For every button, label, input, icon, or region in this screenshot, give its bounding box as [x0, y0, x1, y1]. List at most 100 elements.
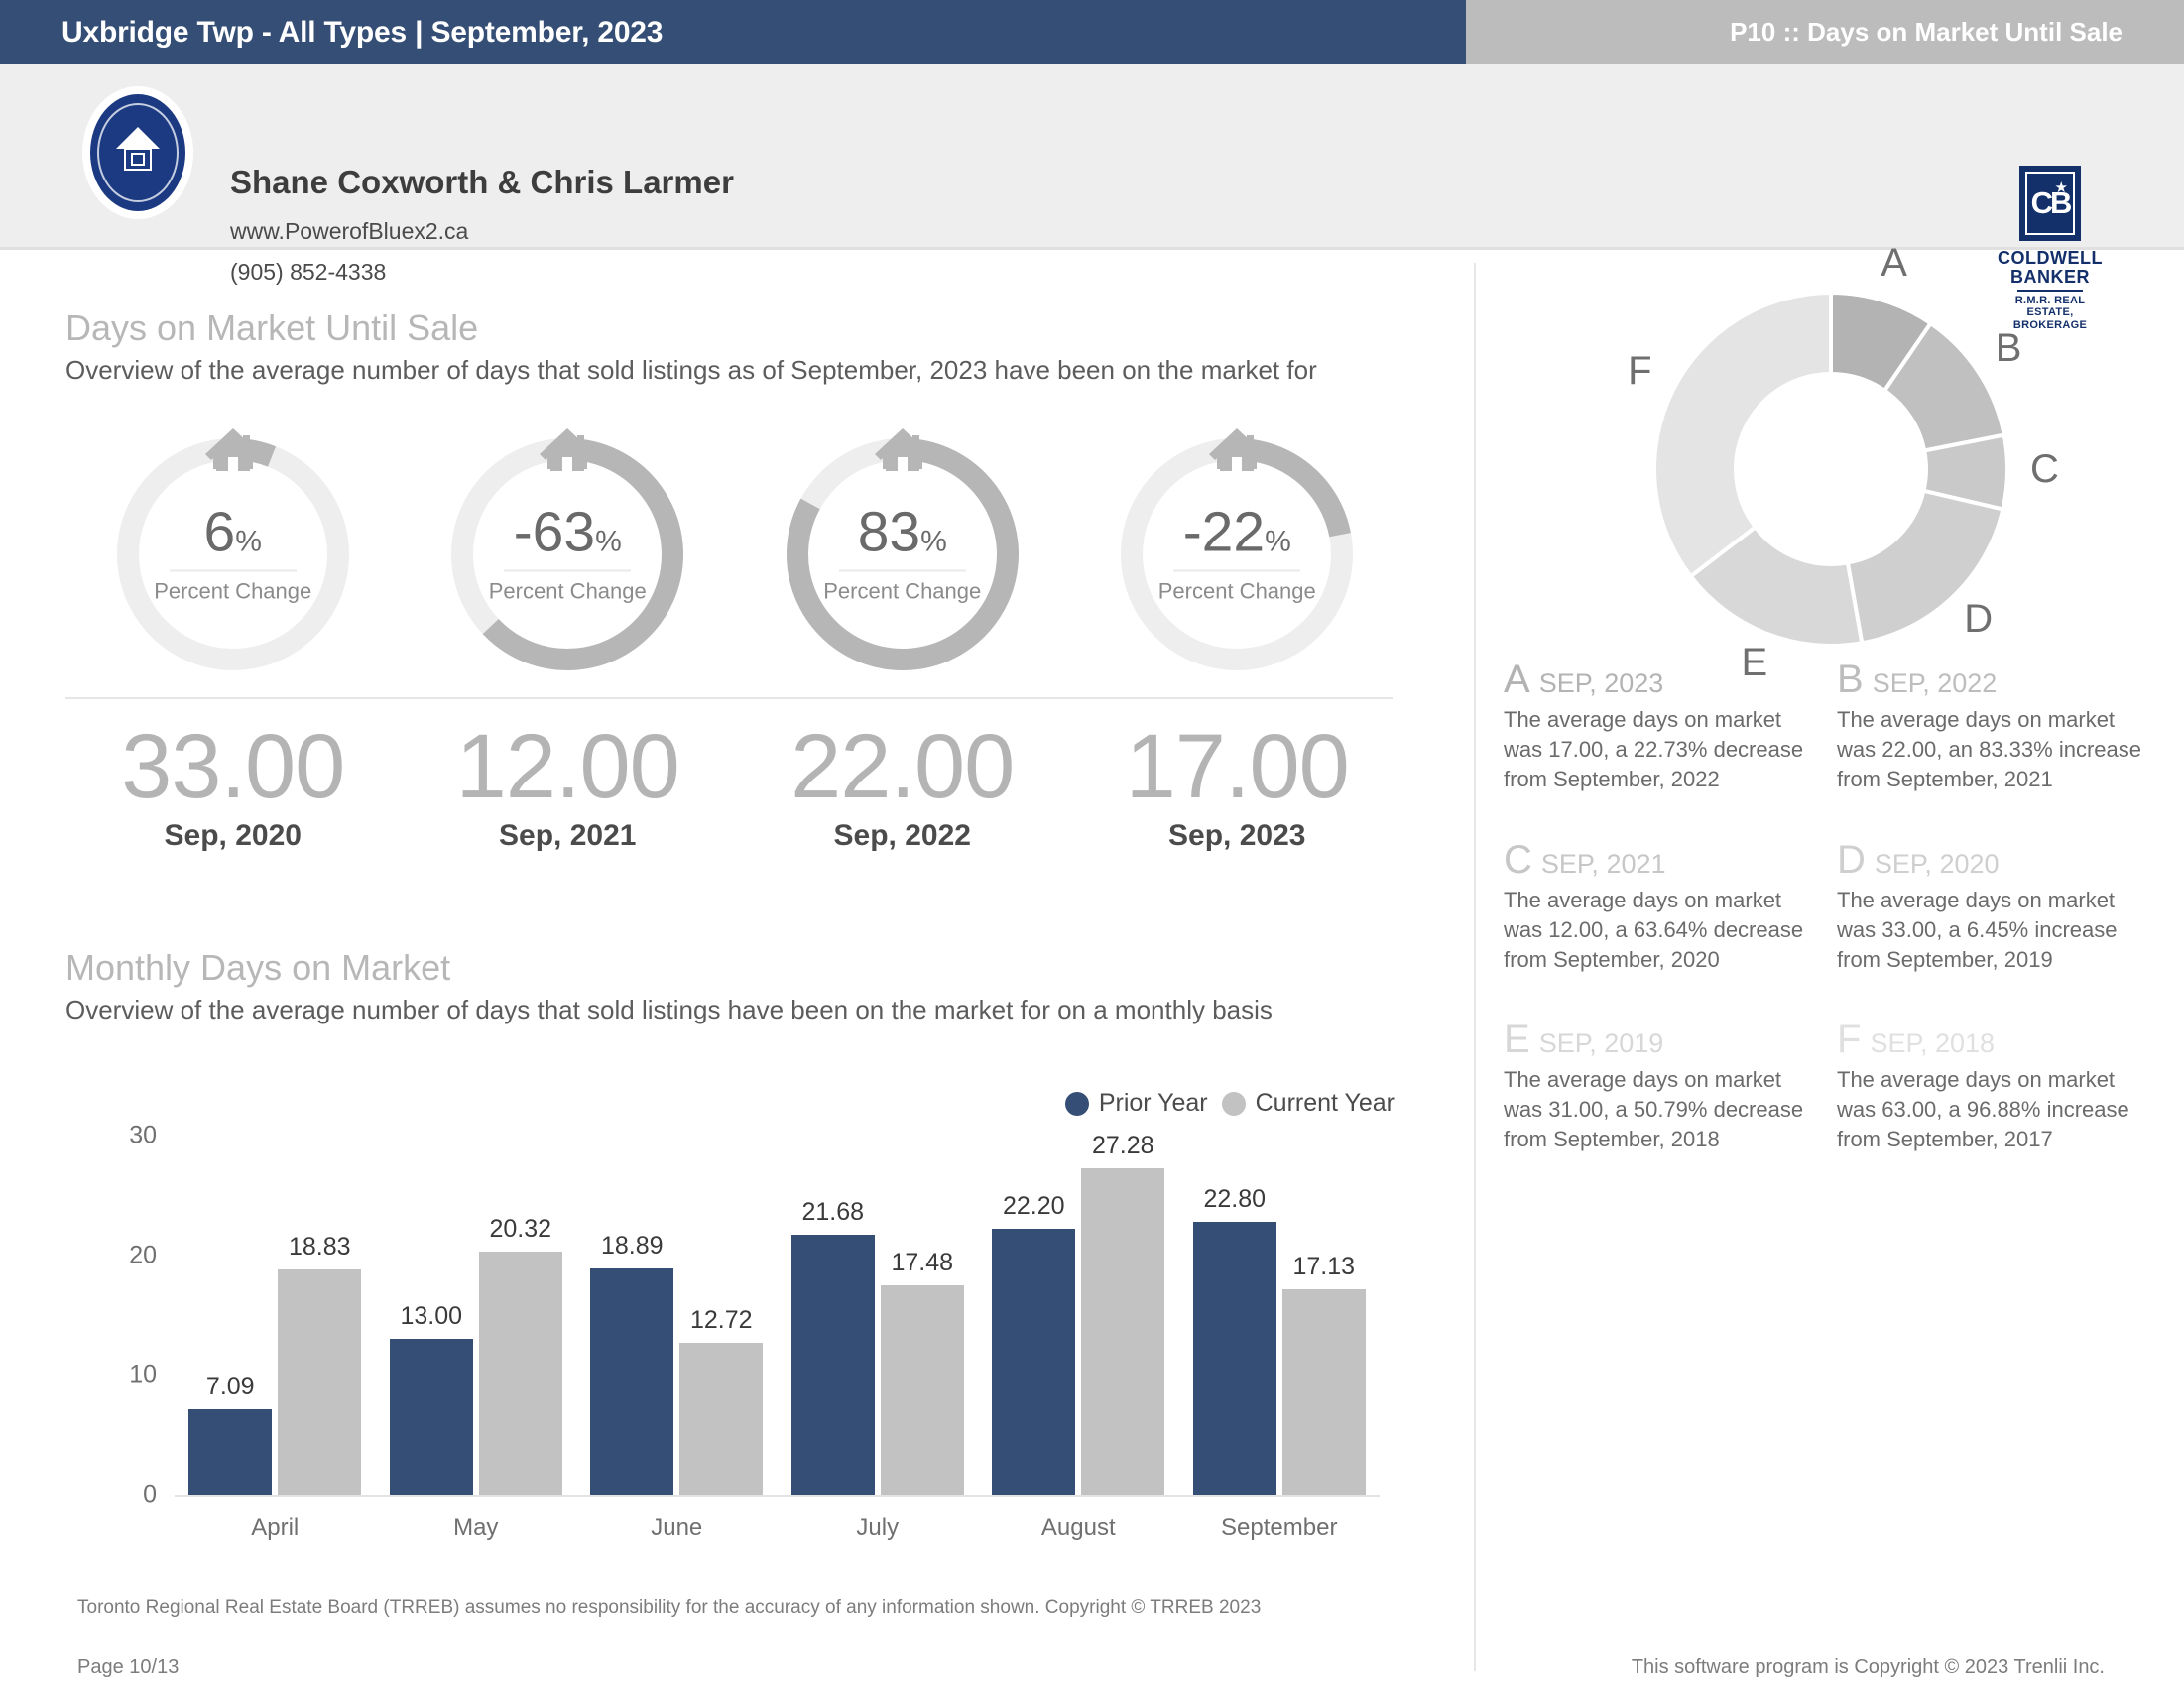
card-header: D SEP, 2020: [1837, 840, 2148, 880]
donut-segment-F[interactable]: [1652, 290, 1833, 579]
legend-item-1[interactable]: Prior Year: [1064, 1089, 1208, 1118]
bar-value-label: 12.72: [689, 1305, 753, 1334]
gauge-percent-value: -22: [1182, 500, 1266, 564]
gauge-percent-value: 6: [203, 500, 236, 564]
gauge-rule: [1173, 569, 1301, 572]
bar-value-label: 17.13: [1292, 1253, 1356, 1281]
page-title-bar: P10 :: Days on Market Until Sale: [1466, 0, 2184, 64]
gauge-rule: [504, 569, 632, 572]
donut-chart: ABCDEF: [1476, 241, 2184, 685]
gauge-divider: [65, 697, 1393, 699]
card-period: SEP, 2023: [1538, 668, 1664, 698]
bar-value-label: 7.09: [205, 1373, 255, 1401]
gauge-percent: 6%: [110, 504, 356, 561]
monthly-bar-chart: 0 10 20 30 7.09 18.83 13.00 20.32 18.89 12.72 21.…: [65, 1122, 1399, 1552]
house-icon: [116, 127, 160, 179]
agent-bar: Shane Coxworth & Chris Larmer www.Powero…: [0, 64, 2184, 331]
bar-fill: [992, 1229, 1076, 1495]
house-icon: [540, 428, 596, 471]
yearly-value-2: 12.00 Sep, 2021: [401, 719, 736, 853]
donut-legend-card-B: B SEP, 2022 The average days on market was…: [1837, 660, 2170, 794]
yearly-value-1: 33.00 Sep, 2020: [65, 719, 401, 853]
page-title: P10 :: Days on Market Until Sale: [1730, 17, 2123, 47]
card-body: The average days on market was 12.00, a …: [1504, 887, 1804, 972]
page-number: Page 10/13: [77, 1656, 180, 1678]
gauge-center: 6% Percent Change: [110, 504, 356, 605]
bar-value-label: 18.89: [600, 1232, 664, 1261]
bar-value-label: 22.20: [1002, 1192, 1065, 1221]
bar-group: 22.20 27.28: [978, 1132, 1179, 1495]
bar-fill: [679, 1342, 764, 1495]
bar-current-year[interactable]: 20.32: [478, 1136, 562, 1495]
bar-groups: 7.09 18.83 13.00 20.32 18.89 12.72 21.68 17.48 2…: [175, 1132, 1381, 1495]
donut-legend-card-E: E SEP, 2019 The average days on market was…: [1504, 1020, 1837, 1154]
legend-color-dot: [1064, 1091, 1089, 1116]
bar-current-year[interactable]: 17.13: [1281, 1136, 1366, 1495]
bar-group: 13.00 20.32: [376, 1136, 577, 1495]
monthly-section-subtitle: Overview of the average number of days t…: [65, 995, 1273, 1024]
bar-current-year[interactable]: 17.48: [880, 1136, 964, 1495]
y-tick-20: 20: [129, 1241, 157, 1269]
bar-prior-year[interactable]: 13.00: [389, 1136, 473, 1495]
card-period: SEP, 2022: [1872, 668, 1998, 698]
gauge-1: 6% Percent Change: [65, 428, 401, 689]
gauge-ring: -22% Percent Change: [1114, 428, 1360, 677]
gauge-percent: -63%: [444, 504, 690, 561]
gauge-center: -22% Percent Change: [1114, 504, 1360, 605]
legend-label: Current Year: [1255, 1089, 1395, 1117]
bar-fill: [278, 1268, 362, 1495]
bar-fill: [389, 1339, 473, 1495]
bar-fill: [1281, 1289, 1366, 1495]
report-title: Uxbridge Twp - All Types | September, 20…: [61, 15, 664, 49]
bar-fill: [1081, 1167, 1165, 1495]
card-body: The average days on market was 31.00, a …: [1504, 1067, 1804, 1152]
agent-logo: [82, 86, 193, 219]
gauge-label: Percent Change: [1157, 578, 1316, 604]
gauge-row: 6% Percent Change -63% Percent Change 83% Per…: [65, 428, 1404, 689]
yearly-period: Sep, 2022: [833, 818, 971, 852]
gauge-percent-suffix: %: [1265, 525, 1291, 558]
bar-prior-year[interactable]: 21.68: [790, 1136, 875, 1495]
bar-group: 22.80 17.13: [1179, 1136, 1381, 1495]
card-letter: B: [1837, 658, 1864, 701]
gauge-percent-suffix: %: [235, 525, 262, 558]
agent-website[interactable]: www.PowerofBluex2.ca: [230, 218, 468, 245]
donut-label-A: A: [1881, 240, 1907, 285]
bar-current-year[interactable]: 27.28: [1081, 1132, 1165, 1495]
bar-value-label: 27.28: [1091, 1131, 1154, 1159]
card-body: The average days on market was 17.00, a …: [1504, 707, 1804, 791]
house-roof: [116, 127, 160, 149]
bar-prior-year[interactable]: 7.09: [188, 1136, 273, 1495]
x-axis-label: September: [1221, 1514, 1338, 1541]
bar-value-label: 20.32: [489, 1214, 552, 1243]
gauge-percent: -22%: [1114, 504, 1360, 561]
card-period: SEP, 2020: [1874, 848, 2000, 879]
dom-section-subtitle: Overview of the average number of days t…: [65, 355, 1317, 385]
card-body: The average days on market was 33.00, a …: [1837, 887, 2118, 972]
monthly-section-header: Monthly Days on Market Overview of the a…: [65, 947, 1454, 1027]
monthly-section-title: Monthly Days on Market: [65, 947, 451, 988]
bar-value-label: 22.80: [1203, 1184, 1267, 1213]
card-header: E SEP, 2019: [1504, 1020, 1815, 1059]
donut-label-C: C: [2029, 446, 2059, 491]
bar-group: 7.09 18.83: [175, 1136, 376, 1495]
legend-item-2[interactable]: Current Year: [1221, 1089, 1395, 1118]
bar-fill: [590, 1268, 674, 1495]
agent-name: Shane Coxworth & Chris Larmer: [230, 164, 734, 200]
coldwell-banker-mark-icon: CB ★: [2019, 166, 2081, 241]
right-column: A B C D E F A SEP, 2023 The average days on mar…: [1474, 241, 2184, 1671]
bar-fill: [880, 1285, 964, 1495]
disclaimer-text: Toronto Regional Real Estate Board (TRRE…: [77, 1597, 1262, 1618]
bar-value-label: 18.83: [288, 1232, 351, 1261]
bar-prior-year[interactable]: 18.89: [590, 1136, 674, 1495]
bar-prior-year[interactable]: 22.80: [1192, 1136, 1276, 1495]
bar-value-label: 17.48: [891, 1249, 954, 1277]
card-header: F SEP, 2018: [1837, 1020, 2148, 1059]
bar-current-year[interactable]: 12.72: [679, 1136, 764, 1495]
card-period: SEP, 2021: [1540, 848, 1666, 879]
bar-prior-year[interactable]: 22.20: [992, 1136, 1076, 1495]
card-letter: C: [1504, 837, 1532, 882]
bar-current-year[interactable]: 18.83: [278, 1136, 362, 1495]
card-letter: D: [1837, 837, 1866, 882]
gauge-rule: [838, 569, 966, 572]
